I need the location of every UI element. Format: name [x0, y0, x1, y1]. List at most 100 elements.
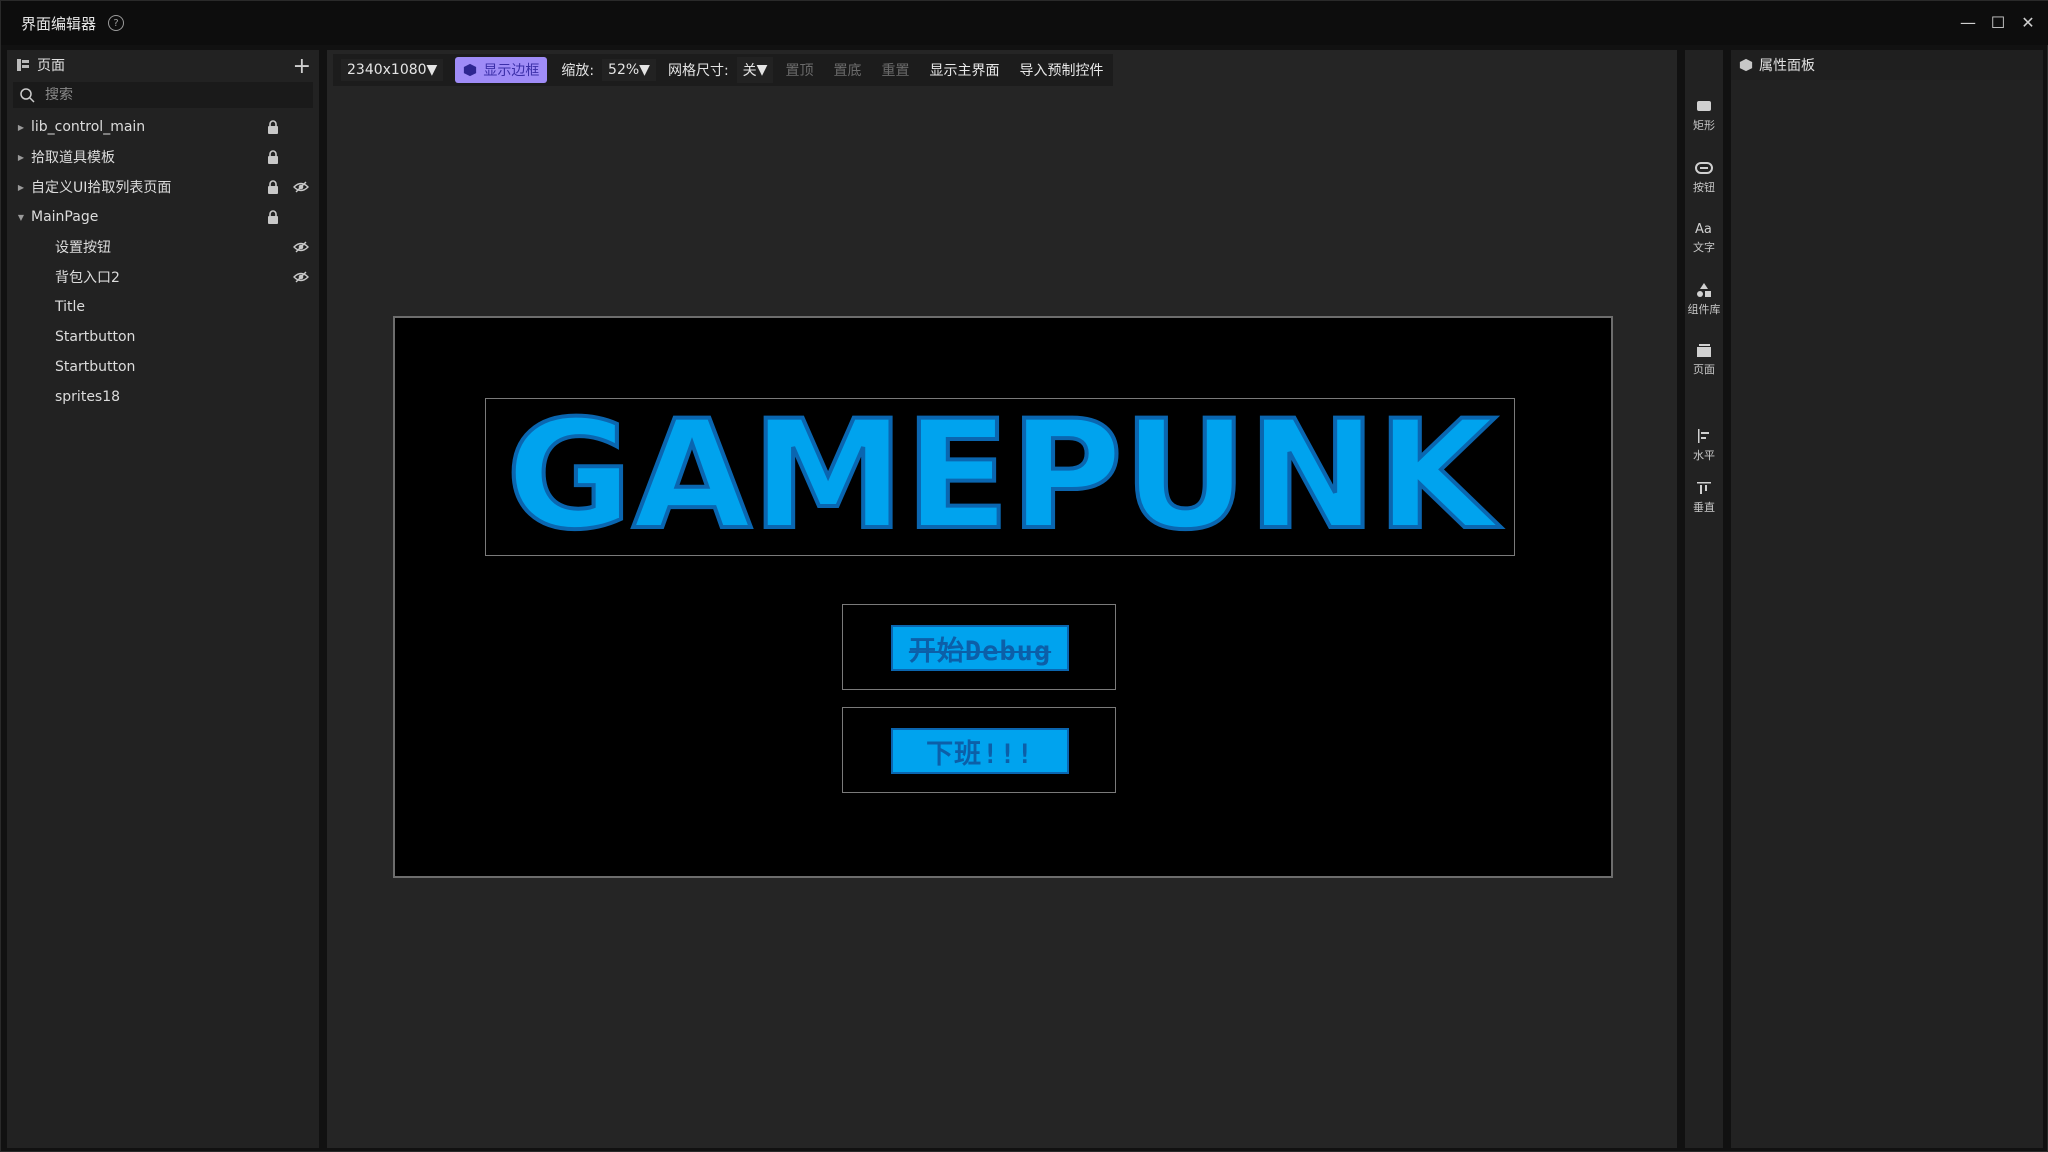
- tool-component-library[interactable]: 组件库: [1685, 282, 1723, 317]
- tool-text[interactable]: Aa 文字: [1685, 220, 1723, 255]
- layers-icon: [17, 59, 29, 71]
- tree-child-settings-button[interactable]: 设置按钮: [7, 232, 319, 262]
- show-main-ui-button[interactable]: 显示主界面: [929, 60, 999, 80]
- window-title: 界面编辑器: [21, 14, 97, 33]
- chevron-down-icon: ▼: [756, 62, 768, 78]
- caret-right-icon[interactable]: ▶: [11, 153, 31, 162]
- tree-item-label: 自定义UI拾取列表页面: [31, 180, 172, 196]
- tree-item-pickup-template[interactable]: ▶ 拾取道具模板: [7, 142, 319, 172]
- pages-panel-header: 页面 +: [7, 50, 319, 80]
- align-horizontal-icon: [1698, 429, 1709, 443]
- window-controls: — ☐ ✕: [1957, 11, 2039, 33]
- canvas-toolbar: 2340x1080 ▼ 显示边框 缩放: 52% ▼ 网格尺寸: 关 ▼ 置顶 …: [333, 54, 1114, 86]
- eye-off-icon[interactable]: [293, 269, 309, 285]
- tree-child-startbutton[interactable]: Startbutton: [7, 322, 319, 352]
- close-button[interactable]: ✕: [2017, 11, 2039, 33]
- help-icon[interactable]: ?: [108, 15, 125, 31]
- properties-panel: 属性面板: [1731, 50, 2043, 1148]
- show-border-label: 显示边框: [483, 63, 540, 79]
- search-box: [13, 82, 313, 108]
- show-border-toggle[interactable]: 显示边框: [455, 57, 548, 83]
- tool-align-vertical[interactable]: 垂直: [1685, 480, 1723, 515]
- zoom-value: 52%: [608, 62, 640, 78]
- reset-button[interactable]: 重置: [881, 60, 909, 80]
- caret-right-icon[interactable]: ▶: [11, 183, 31, 192]
- tool-align-horizontal[interactable]: 水平: [1685, 428, 1723, 463]
- properties-panel-title: 属性面板: [1759, 58, 1815, 74]
- lock-icon[interactable]: [265, 179, 281, 195]
- tool-label: 水平: [1693, 449, 1715, 462]
- svg-text:Aa: Aa: [1695, 222, 1712, 236]
- cube-icon: [1739, 58, 1753, 72]
- start-debug-button[interactable]: 开始Debug: [842, 604, 1116, 690]
- start-debug-face: 开始Debug: [891, 625, 1069, 671]
- chevron-down-icon: ▼: [426, 62, 438, 78]
- search-input[interactable]: [45, 87, 285, 103]
- import-prefab-button[interactable]: 导入预制控件: [1019, 60, 1103, 80]
- tool-page[interactable]: 页面: [1685, 342, 1723, 377]
- minimize-button[interactable]: —: [1957, 11, 1979, 33]
- off-work-label: 下班!!!: [926, 738, 1034, 770]
- chevron-down-icon: ▼: [639, 62, 650, 78]
- off-work-button[interactable]: 下班!!!: [842, 707, 1116, 793]
- tool-rectangle[interactable]: 矩形: [1685, 98, 1723, 133]
- start-debug-label: 开始Debug: [908, 635, 1052, 667]
- text-icon: Aa: [1695, 222, 1712, 236]
- send-to-bottom-button[interactable]: 置底: [833, 60, 861, 80]
- tree-item-mainpage[interactable]: ▼ MainPage: [7, 202, 319, 232]
- title-text: GAMEPUNK: [506, 399, 1501, 557]
- zoom-dropdown[interactable]: 52% ▼: [602, 59, 656, 81]
- shapes-icon: [1697, 283, 1711, 297]
- caret-down-icon[interactable]: ▼: [11, 213, 31, 222]
- tree-item-label: 拾取道具模板: [31, 150, 115, 166]
- artboard[interactable]: GAMEPUNK 开始Debug 下班!!!: [393, 316, 1613, 878]
- tool-label: 按钮: [1693, 181, 1715, 194]
- page-icon: [1697, 344, 1711, 357]
- off-work-face: 下班!!!: [891, 728, 1069, 774]
- tree-item-label: Title: [55, 299, 86, 315]
- eye-off-icon[interactable]: [293, 239, 309, 255]
- title-bar: 界面编辑器 ? — ☐ ✕: [1, 1, 2048, 45]
- bring-to-top-button[interactable]: 置顶: [785, 60, 813, 80]
- align-vertical-icon: [1697, 482, 1711, 494]
- zoom-label: 缩放:: [561, 63, 595, 79]
- tree-item-label: 设置按钮: [55, 240, 111, 256]
- editor-window: 界面编辑器 ? — ☐ ✕ 页面 + ▶ lib_control_main ▶: [0, 0, 2048, 1152]
- resolution-dropdown[interactable]: 2340x1080 ▼: [341, 59, 444, 81]
- title-element[interactable]: GAMEPUNK: [485, 387, 1515, 565]
- grid-value: 关: [742, 63, 757, 79]
- page-tree: ▶ lib_control_main ▶ 拾取道具模板 ▶ 自定义UI拾取列表页…: [7, 112, 319, 412]
- tree-item-label: MainPage: [31, 209, 99, 225]
- tree-child-title[interactable]: Title: [7, 292, 319, 322]
- tree-item-custom-pickup-list[interactable]: ▶ 自定义UI拾取列表页面: [7, 172, 319, 202]
- tree-child-backpack-entry[interactable]: 背包入口2: [7, 262, 319, 292]
- resolution-value: 2340x1080: [347, 62, 427, 78]
- grid-dropdown[interactable]: 关 ▼: [736, 57, 774, 83]
- caret-right-icon[interactable]: ▶: [11, 123, 31, 132]
- properties-panel-header: 属性面板: [1731, 50, 2043, 80]
- tool-button[interactable]: 按钮: [1685, 160, 1723, 195]
- search-icon: [20, 88, 35, 103]
- grid-label: 网格尺寸:: [667, 63, 729, 79]
- tool-label: 垂直: [1693, 501, 1715, 514]
- pages-panel: 页面 + ▶ lib_control_main ▶ 拾取道具模板 ▶ 自定义UI…: [7, 50, 319, 1148]
- rectangle-icon: [1697, 101, 1711, 111]
- design-canvas[interactable]: 2340x1080 ▼ 显示边框 缩放: 52% ▼ 网格尺寸: 关 ▼ 置顶 …: [327, 50, 1677, 1148]
- tool-label: 页面: [1693, 363, 1715, 376]
- tree-item-lib-control-main[interactable]: ▶ lib_control_main: [7, 112, 319, 142]
- lock-icon[interactable]: [265, 209, 281, 225]
- tree-child-sprites18[interactable]: sprites18: [7, 382, 319, 412]
- cube-icon: [464, 63, 477, 77]
- lock-icon[interactable]: [265, 119, 281, 135]
- tree-child-startbutton[interactable]: Startbutton: [7, 352, 319, 382]
- eye-off-icon[interactable]: [293, 179, 309, 195]
- tree-item-label: lib_control_main: [31, 119, 146, 135]
- tree-item-label: Startbutton: [55, 359, 136, 375]
- lock-icon[interactable]: [265, 149, 281, 165]
- tool-label: 文字: [1693, 241, 1715, 254]
- maximize-button[interactable]: ☐: [1987, 11, 2009, 33]
- add-page-button[interactable]: +: [293, 54, 311, 79]
- button-icon: [1695, 162, 1713, 174]
- tree-item-label: sprites18: [55, 389, 121, 405]
- tree-item-label: Startbutton: [55, 329, 136, 345]
